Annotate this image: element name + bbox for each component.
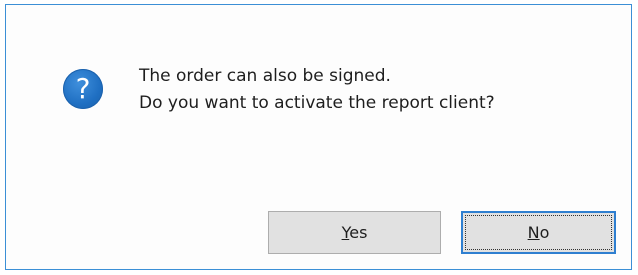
message-dialog: ? The order can also be signed. Do you w…: [5, 4, 632, 270]
message-line-1: The order can also be signed.: [139, 66, 391, 86]
question-icon: ?: [63, 69, 103, 109]
yes-label-rest: es: [349, 223, 368, 242]
message-line-2: Do you want to activate the report clien…: [139, 93, 495, 113]
dialog-message: The order can also be signed. Do you wan…: [139, 63, 495, 117]
yes-button[interactable]: Yes: [268, 211, 441, 254]
focus-rectangle: [465, 215, 612, 250]
yes-button-label: Yes: [342, 223, 368, 242]
no-button[interactable]: No: [461, 211, 616, 254]
